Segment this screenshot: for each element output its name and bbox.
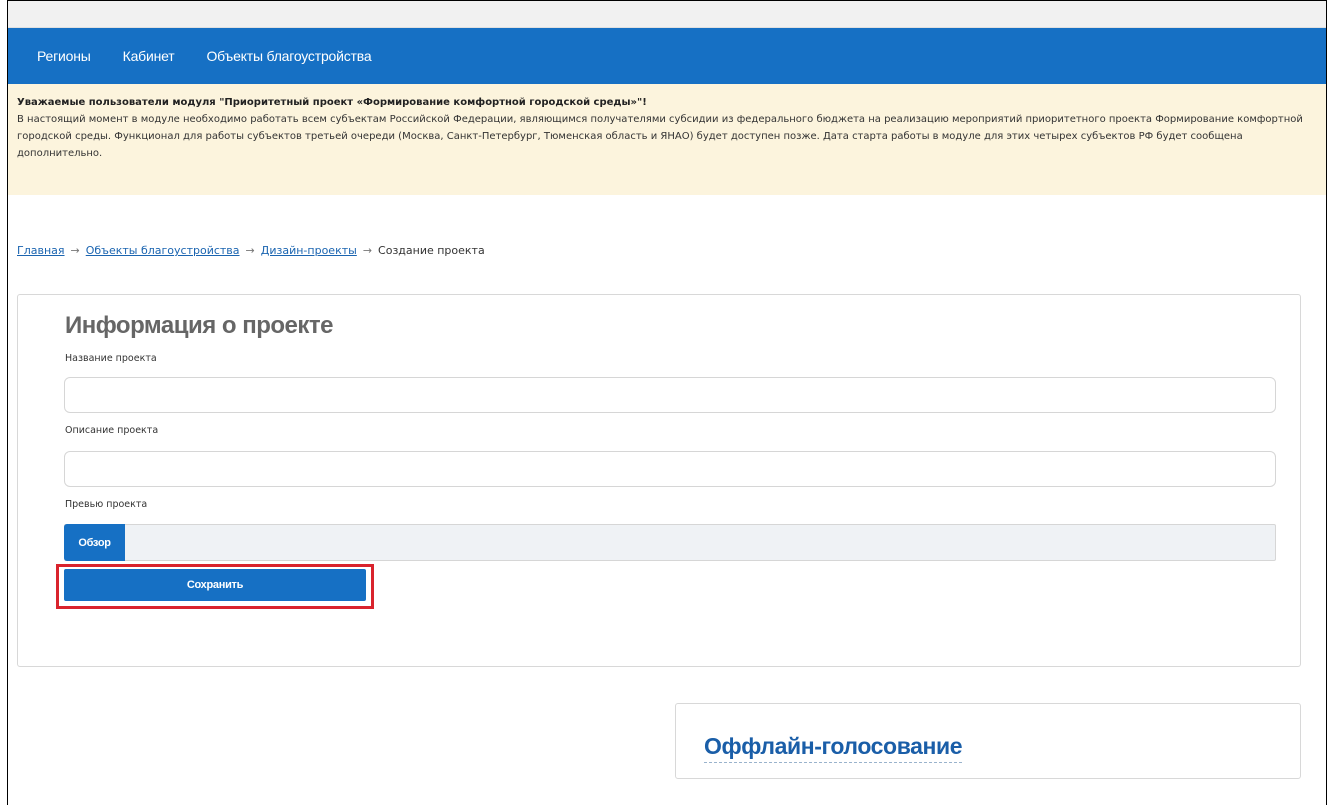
breadcrumb-home-link[interactable]: Главная bbox=[17, 244, 65, 257]
project-name-input[interactable] bbox=[64, 377, 1276, 413]
breadcrumb-arrow-icon: → bbox=[245, 244, 255, 257]
project-info-card: Информация о проекте Название проекта Оп… bbox=[17, 294, 1301, 667]
breadcrumb-objects-link[interactable]: Объекты благоустройства bbox=[86, 244, 240, 257]
main-navbar: Регионы Кабинет Объекты благоустройства bbox=[8, 28, 1326, 84]
breadcrumb-current: Создание проекта bbox=[378, 244, 485, 257]
top-strip bbox=[8, 1, 1326, 28]
save-button[interactable]: Сохранить bbox=[64, 569, 366, 601]
offline-voting-card: Оффлайн-голосование bbox=[675, 703, 1301, 779]
nav-item-objects[interactable]: Объекты благоустройства bbox=[206, 48, 371, 64]
project-description-label: Описание проекта bbox=[65, 425, 159, 436]
page-title: Информация о проекте bbox=[65, 312, 334, 339]
browser-page: Регионы Кабинет Объекты благоустройства … bbox=[7, 0, 1327, 805]
notice-banner: Уважаемые пользователи модуля "Приоритет… bbox=[8, 84, 1326, 195]
breadcrumb: Главная → Объекты благоустройства → Диза… bbox=[17, 244, 485, 257]
nav-item-cabinet[interactable]: Кабинет bbox=[123, 48, 175, 64]
breadcrumb-design-link[interactable]: Дизайн-проекты bbox=[261, 244, 357, 257]
nav-item-regions[interactable]: Регионы bbox=[37, 48, 91, 64]
preview-file-input[interactable]: Обзор bbox=[64, 524, 1276, 561]
breadcrumb-arrow-icon: → bbox=[362, 244, 373, 257]
notice-body: В настоящий момент в модуле необходимо р… bbox=[17, 114, 1303, 159]
project-preview-label: Превью проекта bbox=[65, 499, 148, 510]
notice-title: Уважаемые пользователи модуля "Приоритет… bbox=[17, 97, 647, 108]
browse-button[interactable]: Обзор bbox=[64, 524, 125, 561]
breadcrumb-arrow-icon: → bbox=[70, 244, 80, 257]
offline-voting-title[interactable]: Оффлайн-голосование bbox=[704, 733, 963, 763]
project-name-label: Название проекта bbox=[65, 353, 157, 364]
project-description-input[interactable] bbox=[64, 451, 1276, 487]
